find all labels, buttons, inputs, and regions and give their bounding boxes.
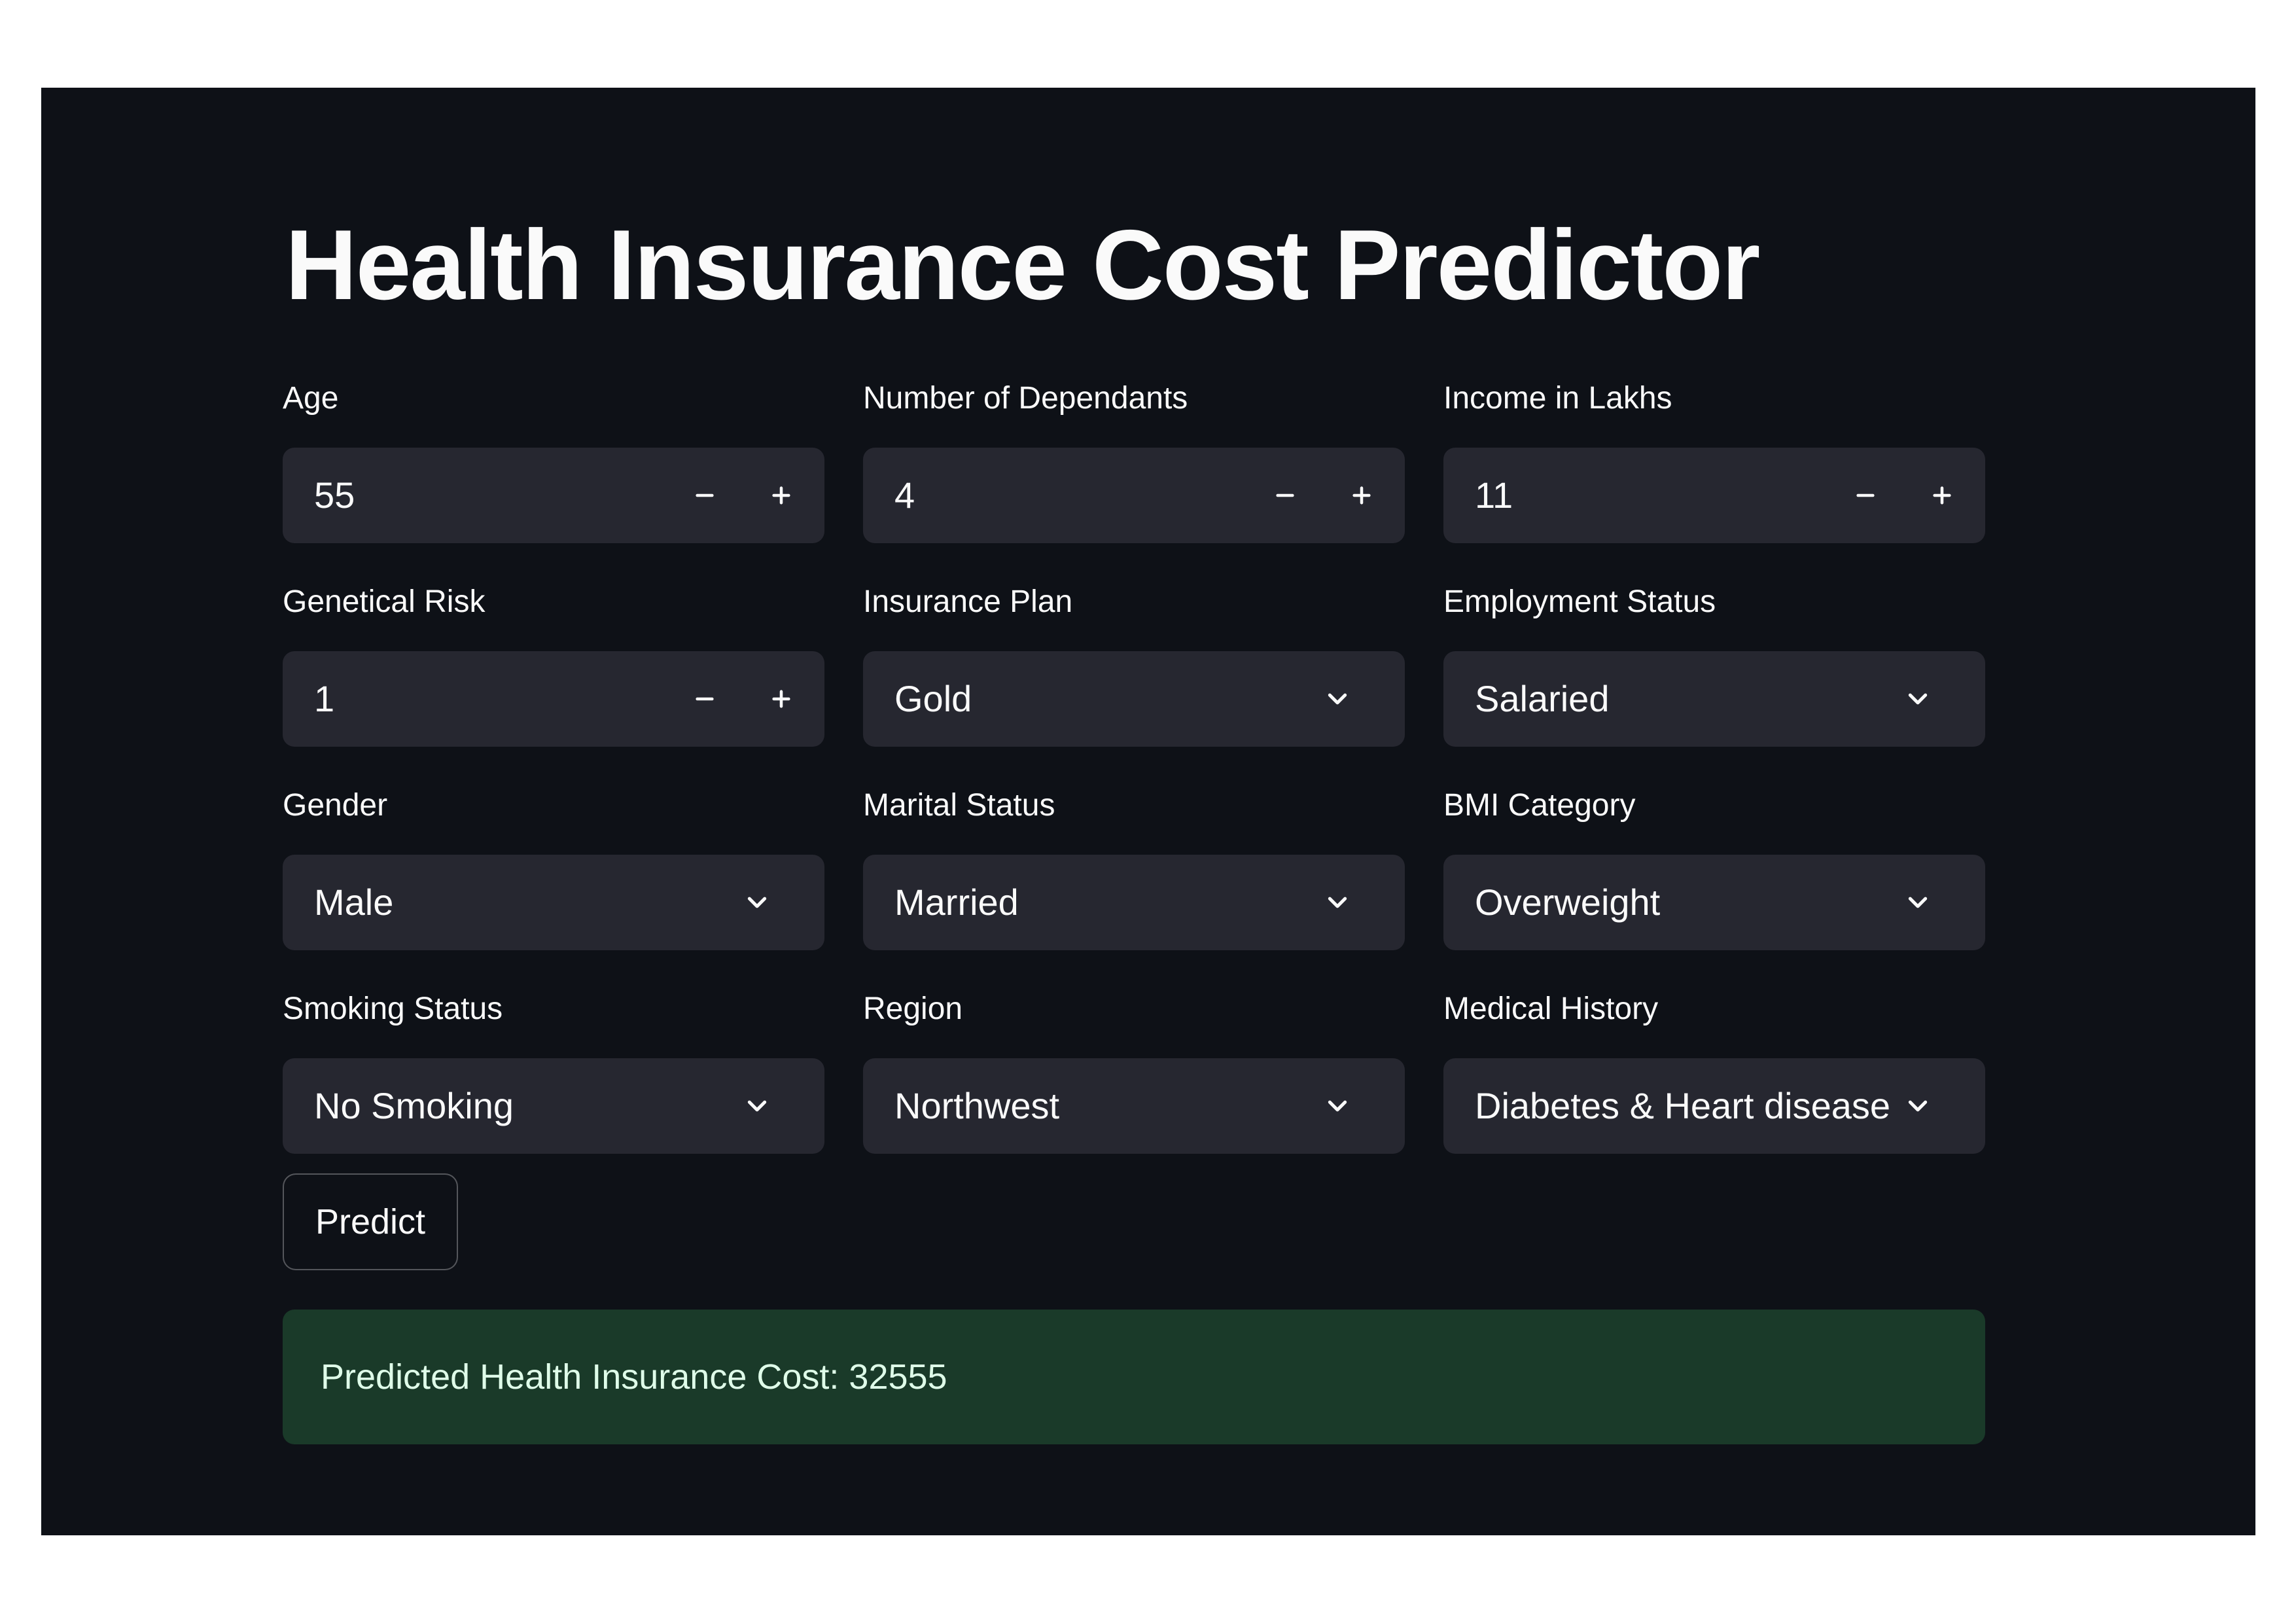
chevron-down-icon[interactable] (1318, 883, 1357, 922)
plus-icon (1933, 486, 1951, 505)
increment-button[interactable] (749, 459, 814, 531)
plus-icon (772, 690, 790, 708)
minus-icon (1856, 493, 1875, 497)
field-income: Income in Lakhs 11 (1443, 369, 1985, 573)
minus-icon (1276, 493, 1294, 497)
chevron-down-icon[interactable] (1318, 1086, 1357, 1126)
decrement-button[interactable] (1252, 459, 1318, 531)
field-value[interactable]: 55 (314, 448, 355, 543)
field-age: Age 55 (283, 369, 824, 573)
selected-value[interactable]: Overweight (1475, 855, 1660, 950)
selected-value[interactable]: No Smoking (314, 1058, 514, 1154)
field-value[interactable]: 11 (1475, 448, 1513, 543)
field-dependants: Number of Dependants 4 (863, 369, 1405, 573)
income-number-input[interactable]: 11 (1443, 448, 1985, 543)
genetical-risk-number-input[interactable]: 1 (283, 651, 824, 747)
plus-icon (1352, 486, 1371, 505)
plus-icon (772, 486, 790, 505)
age-number-input[interactable]: 55 (283, 448, 824, 543)
dependants-number-input[interactable]: 4 (863, 448, 1405, 543)
decrement-button[interactable] (1833, 459, 1898, 531)
bmi-category-select[interactable]: Overweight (1443, 855, 1985, 950)
field-label: Genetical Risk (283, 584, 486, 619)
decrement-button[interactable] (672, 663, 737, 735)
smoking-status-select[interactable]: No Smoking (283, 1058, 824, 1154)
field-label: Income in Lakhs (1443, 381, 1672, 416)
field-label: Marital Status (863, 788, 1055, 823)
field-bmi-category: BMI Category Overweight (1443, 776, 1985, 980)
chevron-down-icon[interactable] (737, 1086, 777, 1126)
field-label: Insurance Plan (863, 584, 1073, 619)
selected-value[interactable]: Salaried (1475, 651, 1609, 747)
employment-status-select[interactable]: Salaried (1443, 651, 1985, 747)
app-container: Health Insurance Cost Predictor Age 55 N… (41, 88, 2255, 1535)
field-label: Number of Dependants (863, 381, 1188, 416)
field-smoking-status: Smoking Status No Smoking (283, 980, 824, 1183)
selected-value[interactable]: Northwest (894, 1058, 1059, 1154)
form-grid: Age 55 Number of Dependants 4 Income in … (283, 369, 1985, 1183)
chevron-down-icon[interactable] (737, 883, 777, 922)
field-employment-status: Employment Status Salaried (1443, 573, 1985, 776)
field-label: Age (283, 381, 339, 416)
predict-button[interactable]: Predict (283, 1173, 458, 1270)
chevron-down-icon[interactable] (1318, 679, 1357, 719)
region-select[interactable]: Northwest (863, 1058, 1405, 1154)
gender-select[interactable]: Male (283, 855, 824, 950)
field-label: Gender (283, 788, 388, 823)
decrement-button[interactable] (672, 459, 737, 531)
field-label: Smoking Status (283, 991, 503, 1026)
increment-button[interactable] (1329, 459, 1394, 531)
field-label: Employment Status (1443, 584, 1716, 619)
prediction-result-text: Predicted Health Insurance Cost: 32555 (321, 1357, 947, 1397)
selected-value[interactable]: Diabetes & Heart disease (1475, 1058, 1890, 1154)
insurance-plan-select[interactable]: Gold (863, 651, 1405, 747)
prediction-result-alert: Predicted Health Insurance Cost: 32555 (283, 1310, 1985, 1444)
field-genetical-risk: Genetical Risk 1 (283, 573, 824, 776)
field-gender: Gender Male (283, 776, 824, 980)
selected-value[interactable]: Male (314, 855, 393, 950)
minus-icon (696, 697, 714, 701)
field-label: Region (863, 991, 963, 1026)
chevron-down-icon[interactable] (1898, 1086, 1937, 1126)
field-value[interactable]: 4 (894, 448, 915, 543)
field-label: BMI Category (1443, 788, 1636, 823)
medical-history-select[interactable]: Diabetes & Heart disease (1443, 1058, 1985, 1154)
field-label: Medical History (1443, 991, 1659, 1026)
selected-value[interactable]: Gold (894, 651, 972, 747)
selected-value[interactable]: Married (894, 855, 1019, 950)
field-value[interactable]: 1 (314, 651, 334, 747)
field-marital-status: Marital Status Married (863, 776, 1405, 980)
field-insurance-plan: Insurance Plan Gold (863, 573, 1405, 776)
field-region: Region Northwest (863, 980, 1405, 1183)
increment-button[interactable] (749, 663, 814, 735)
page-title: Health Insurance Cost Predictor (285, 209, 1760, 321)
field-medical-history: Medical History Diabetes & Heart disease (1443, 980, 1985, 1183)
chevron-down-icon[interactable] (1898, 679, 1937, 719)
minus-icon (696, 493, 714, 497)
increment-button[interactable] (1909, 459, 1975, 531)
chevron-down-icon[interactable] (1898, 883, 1937, 922)
marital-status-select[interactable]: Married (863, 855, 1405, 950)
